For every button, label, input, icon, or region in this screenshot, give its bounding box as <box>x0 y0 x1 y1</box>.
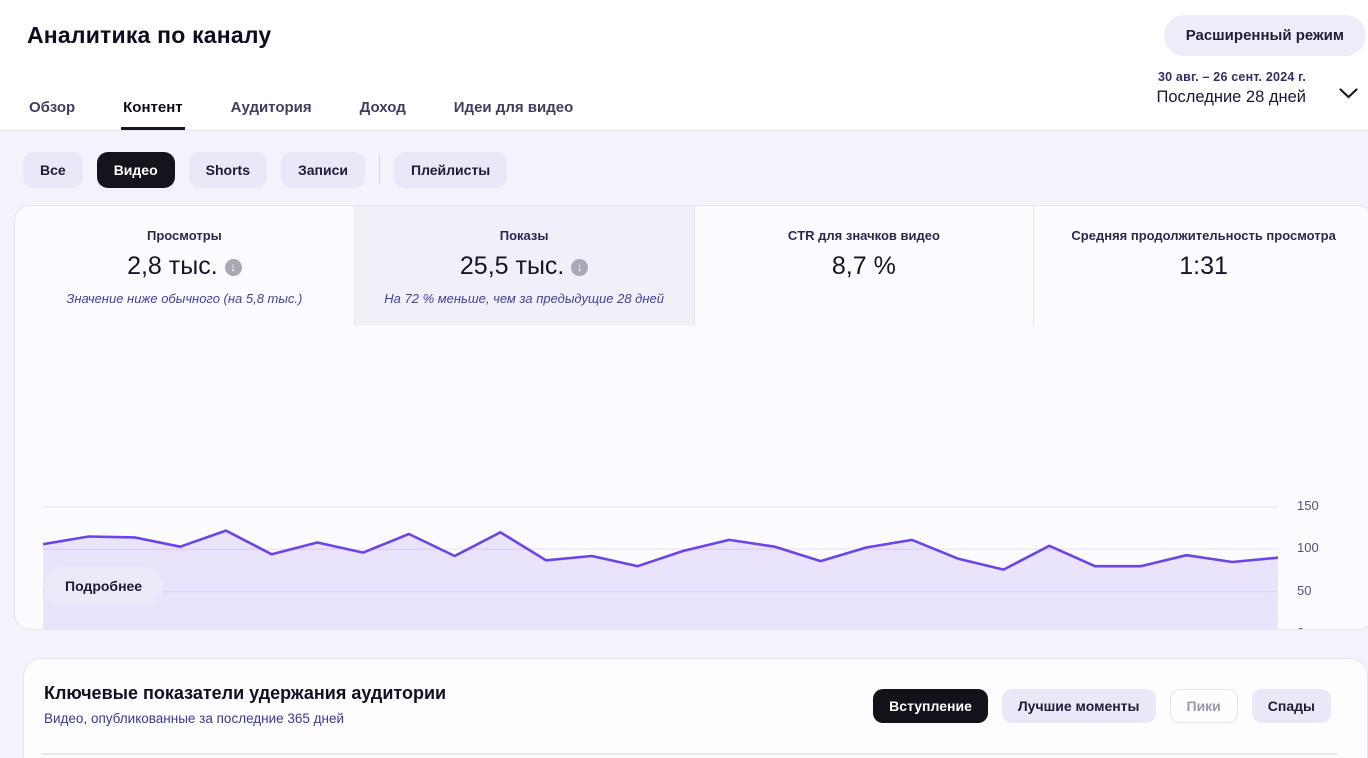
tab-content[interactable]: Контент <box>121 89 184 130</box>
metric-value: 25,5 тыс. <box>460 252 564 280</box>
retention-button-spikes: Пики <box>1170 689 1238 723</box>
retention-card: Ключевые показатели удержания аудитории … <box>23 658 1368 758</box>
details-button[interactable]: Подробнее <box>44 567 163 604</box>
tab-audience[interactable]: Аудитория <box>229 89 314 130</box>
retention-button-top-moments[interactable]: Лучшие моменты <box>1002 689 1156 723</box>
chevron-down-icon[interactable] <box>1339 86 1358 104</box>
metric-avg-view-duration[interactable]: Средняя продолжительность просмотра 1:31 <box>1034 206 1368 326</box>
retention-title: Ключевые показатели удержания аудитории <box>44 683 446 704</box>
filter-chip-video[interactable]: Видео <box>97 152 175 188</box>
advanced-mode-button[interactable]: Расширенный режим <box>1164 15 1366 56</box>
y-axis-tick-label: 150 <box>1297 498 1319 513</box>
metric-label: CTR для значков видео <box>695 228 1034 243</box>
metric-value: 2,8 тыс. <box>127 252 218 280</box>
retention-divider <box>42 753 1337 755</box>
content-filter-chips: Все Видео Shorts Записи Плейлисты <box>23 152 507 188</box>
y-axis-tick-label: 100 <box>1297 540 1319 555</box>
date-preset-text: Последние 28 дней <box>1156 88 1306 107</box>
y-axis-tick-label: 0 <box>1297 625 1304 630</box>
chip-divider <box>379 155 380 185</box>
retention-moment-buttons: Вступление Лучшие моменты Пики Спады <box>873 689 1331 723</box>
tab-video-ideas[interactable]: Идеи для видео <box>452 89 575 130</box>
retention-subtitle: Видео, опубликованные за последние 365 д… <box>44 711 344 726</box>
metric-label: Показы <box>355 228 694 243</box>
filter-chip-playlists[interactable]: Плейлисты <box>394 152 507 188</box>
filter-chip-posts[interactable]: Записи <box>281 152 365 188</box>
metric-value: 8,7 % <box>832 252 896 280</box>
metric-label: Средняя продолжительность просмотра <box>1034 228 1368 243</box>
metric-impressions[interactable]: Показы 25,5 тыс. ↓ На 72 % меньше, чем за… <box>355 206 695 326</box>
chart-plot-area[interactable] <box>43 456 1278 630</box>
retention-button-dips[interactable]: Спады <box>1252 689 1331 723</box>
filter-chip-shorts[interactable]: Shorts <box>189 152 267 188</box>
tab-revenue[interactable]: Доход <box>358 89 408 130</box>
metric-note: На 72 % меньше, чем за предыдущие 28 дне… <box>355 291 694 306</box>
date-range-picker[interactable]: 30 авг. – 26 сент. 2024 г. Последние 28 … <box>1156 70 1306 107</box>
analytics-tabs: Обзор Контент Аудитория Доход Идеи для в… <box>27 89 575 130</box>
metric-cards: Просмотры 2,8 тыс. ↓ Значение ниже обычно… <box>15 206 1368 326</box>
series-area-fill <box>43 531 1278 630</box>
impressions-line-chart[interactable]: 15010050030 авг. 2024 г.4 сент. 2024 г.8… <box>15 326 1368 629</box>
metric-ctr[interactable]: CTR для значков видео 8,7 % <box>695 206 1035 326</box>
retention-button-intro[interactable]: Вступление <box>873 689 988 723</box>
metric-note: Значение ниже обычного (на 5,8 тыс.) <box>15 291 354 306</box>
down-arrow-circle-icon: ↓ <box>225 259 242 276</box>
analytics-card: Просмотры 2,8 тыс. ↓ Значение ниже обычно… <box>14 205 1368 630</box>
filter-chip-all[interactable]: Все <box>23 152 83 188</box>
metric-value: 1:31 <box>1179 252 1228 280</box>
header: Аналитика по каналу Расширенный режим Об… <box>0 0 1368 131</box>
down-arrow-circle-icon: ↓ <box>571 259 588 276</box>
metric-label: Просмотры <box>15 228 354 243</box>
date-range-text: 30 авг. – 26 сент. 2024 г. <box>1156 70 1306 84</box>
y-axis-tick-label: 50 <box>1297 583 1311 598</box>
metric-views[interactable]: Просмотры 2,8 тыс. ↓ Значение ниже обычно… <box>15 206 355 326</box>
page-title: Аналитика по каналу <box>27 22 271 49</box>
tab-overview[interactable]: Обзор <box>27 89 77 130</box>
